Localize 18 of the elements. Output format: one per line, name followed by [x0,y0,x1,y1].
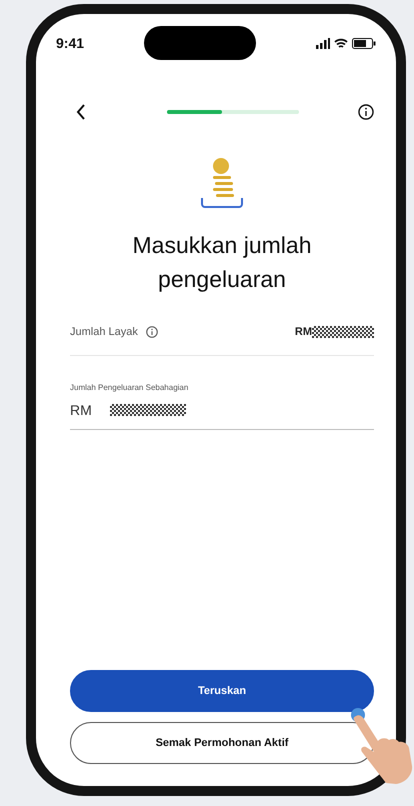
wifi-icon [334,38,348,48]
masked-value [312,326,374,338]
signal-icon [316,38,330,48]
page-title: Masukkan jumlah pengeluaran [132,231,312,294]
back-icon[interactable] [76,104,86,120]
currency-label: RM [70,400,92,420]
battery-icon [352,38,376,48]
pointing-hand-icon [350,706,414,786]
info-icon[interactable] [358,104,374,120]
eligible-label: Jumlah Layak [70,325,138,340]
field-label: Jumlah Pengeluaran Sebahagian [70,382,190,394]
currency-label: RM [294,325,312,340]
status-time: 9:41 [56,34,84,52]
info-icon[interactable] [146,326,158,338]
coin-stack-icon [199,156,245,210]
action-button[interactable]: Semak Permohonan Aktif [70,722,374,764]
action-button[interactable]: Teruskan [70,670,374,712]
amount-input-field[interactable]: Jumlah Pengeluaran Sebahagian RM [70,382,374,430]
